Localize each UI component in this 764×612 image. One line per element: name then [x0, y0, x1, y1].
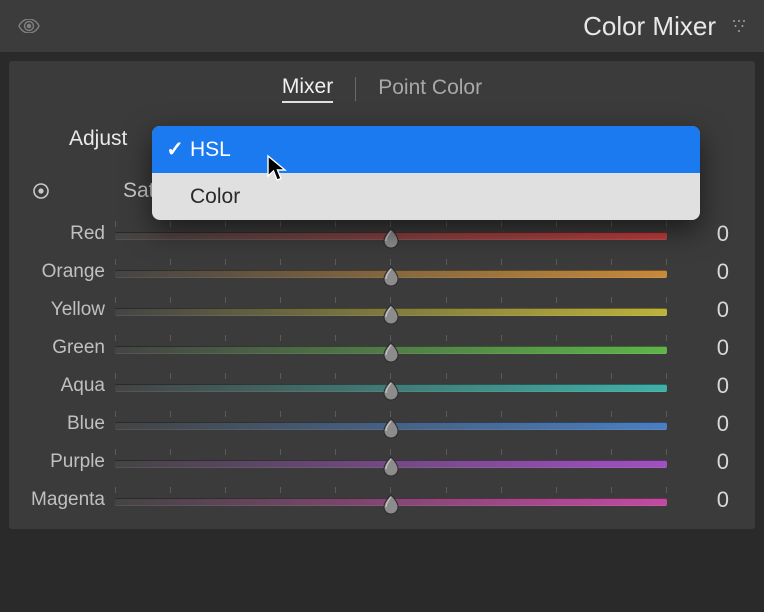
dropdown-option-color[interactable]: ✓ Color: [152, 173, 700, 220]
slider-track-bar: [115, 346, 667, 354]
slider-magenta[interactable]: [115, 488, 667, 512]
slider-orange[interactable]: [115, 260, 667, 284]
slider-track-bar: [115, 232, 667, 240]
slider-blue[interactable]: [115, 412, 667, 436]
slider-green[interactable]: [115, 336, 667, 360]
dropdown-option-label: Color: [188, 185, 240, 209]
slider-value[interactable]: 0: [675, 259, 735, 285]
slider-ticks: [115, 373, 667, 381]
panel-disclosure-icon[interactable]: [728, 15, 750, 37]
tab-point-color[interactable]: Point Color: [378, 76, 482, 102]
slider-label: Purple: [29, 451, 107, 473]
slider-track-bar: [115, 270, 667, 278]
slider-label: Green: [29, 337, 107, 359]
slider-row-red: Red 0: [29, 215, 735, 253]
slider-yellow[interactable]: [115, 298, 667, 322]
tab-divider: [355, 77, 356, 101]
slider-aqua[interactable]: [115, 374, 667, 398]
slider-row-green: Green 0: [29, 329, 735, 367]
slider-row-purple: Purple 0: [29, 443, 735, 481]
slider-row-aqua: Aqua 0: [29, 367, 735, 405]
slider-ticks: [115, 411, 667, 419]
panel-title: Color Mixer: [40, 11, 728, 42]
adjust-label: Adjust: [69, 127, 127, 151]
slider-ticks: [115, 221, 667, 229]
slider-label: Aqua: [29, 375, 107, 397]
slider-row-blue: Blue 0: [29, 405, 735, 443]
dropdown-option-hsl[interactable]: ✓ HSL: [152, 126, 700, 173]
slider-track-bar: [115, 384, 667, 392]
slider-ticks: [115, 335, 667, 343]
slider-ticks: [115, 259, 667, 267]
slider-row-orange: Orange 0: [29, 253, 735, 291]
slider-value[interactable]: 0: [675, 297, 735, 323]
panel-header: Color Mixer: [0, 0, 764, 52]
tab-bar: Mixer Point Color: [9, 61, 755, 117]
slider-label: Blue: [29, 413, 107, 435]
slider-label: Orange: [29, 261, 107, 283]
slider-value[interactable]: 0: [675, 373, 735, 399]
check-icon: ✓: [164, 137, 186, 162]
slider-purple[interactable]: [115, 450, 667, 474]
slider-ticks: [115, 449, 667, 457]
slider-label: Yellow: [29, 299, 107, 321]
slider-row-yellow: Yellow 0: [29, 291, 735, 329]
slider-track-bar: [115, 308, 667, 316]
slider-track-bar: [115, 460, 667, 468]
slider-value[interactable]: 0: [675, 487, 735, 513]
slider-track-bar: [115, 498, 667, 506]
slider-track-bar: [115, 422, 667, 430]
tab-mixer[interactable]: Mixer: [282, 75, 333, 103]
adjust-dropdown: ✓ HSL ✓ Color: [152, 126, 700, 220]
slider-list: Red0Orange0Yellow0Green0Aqua0Blue0Purple…: [9, 213, 755, 519]
slider-ticks: [115, 487, 667, 495]
slider-label: Red: [29, 223, 107, 245]
slider-value[interactable]: 0: [675, 335, 735, 361]
slider-ticks: [115, 297, 667, 305]
slider-value[interactable]: 0: [675, 449, 735, 475]
visibility-icon[interactable]: [18, 15, 40, 37]
slider-red[interactable]: [115, 222, 667, 246]
dropdown-option-label: HSL: [188, 138, 231, 162]
slider-value[interactable]: 0: [675, 221, 735, 247]
targeted-adjustment-icon[interactable]: [31, 181, 51, 201]
slider-row-magenta: Magenta 0: [29, 481, 735, 519]
slider-label: Magenta: [29, 489, 107, 511]
slider-value[interactable]: 0: [675, 411, 735, 437]
